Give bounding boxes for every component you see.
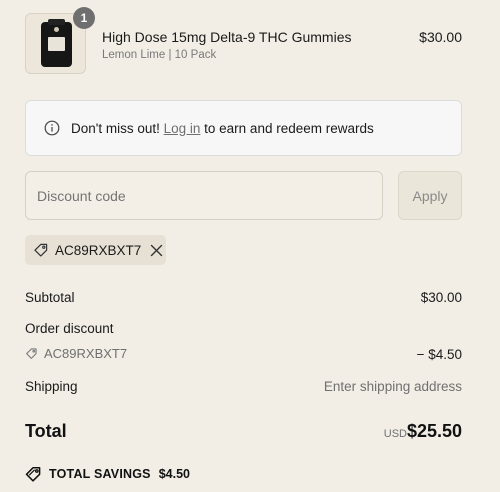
rewards-suffix: to earn and redeem rewards <box>200 120 374 136</box>
shipping-value: Enter shipping address <box>323 379 462 394</box>
product-price: $30.00 <box>419 29 462 45</box>
rewards-text: Don't miss out! Log in to earn and redee… <box>71 121 374 136</box>
savings-value: $4.50 <box>158 467 190 481</box>
login-link[interactable]: Log in <box>164 121 201 136</box>
discount-code-input[interactable] <box>25 171 383 220</box>
info-icon <box>44 120 60 136</box>
subtotal-value: $30.00 <box>420 290 462 305</box>
product-name: High Dose 15mg Delta-9 THC Gummies <box>102 29 352 45</box>
quantity-badge: 1 <box>73 7 95 29</box>
subtotal-label: Subtotal <box>25 290 75 305</box>
total-value: $25.50 <box>406 421 462 441</box>
tag-icon <box>33 242 49 258</box>
order-discount-code-text: AC89RXBXT7 <box>44 346 128 361</box>
rewards-banner: Don't miss out! Log in to earn and redee… <box>25 100 462 156</box>
jar-logo <box>54 27 59 32</box>
shipping-label: Shipping <box>25 379 78 394</box>
order-discount-label: Order discount <box>25 321 114 336</box>
product-variant: Lemon Lime | 10 Pack <box>102 49 217 61</box>
applied-code: AC89RXBXT7 <box>55 242 142 258</box>
total-currency: USD <box>383 428 407 440</box>
tag-icon <box>25 347 38 360</box>
jar-lid <box>48 19 65 25</box>
savings-label: TOTAL SAVINGS <box>49 467 151 481</box>
jar-label <box>48 37 65 51</box>
rewards-prefix: Don't miss out! <box>71 120 164 136</box>
apply-button[interactable]: Apply <box>398 171 462 220</box>
order-discount-code: AC89RXBXT7 <box>25 346 127 361</box>
savings-tag-icon <box>25 465 43 483</box>
applied-discount-chip: AC89RXBXT7 <box>25 235 166 265</box>
product-jar-image <box>41 19 72 67</box>
total-label: Total <box>25 421 67 441</box>
total-savings: TOTAL SAVINGS $4.50 <box>25 465 190 483</box>
remove-code-icon[interactable] <box>150 244 163 257</box>
order-discount-value: − $4.50 <box>416 347 462 362</box>
